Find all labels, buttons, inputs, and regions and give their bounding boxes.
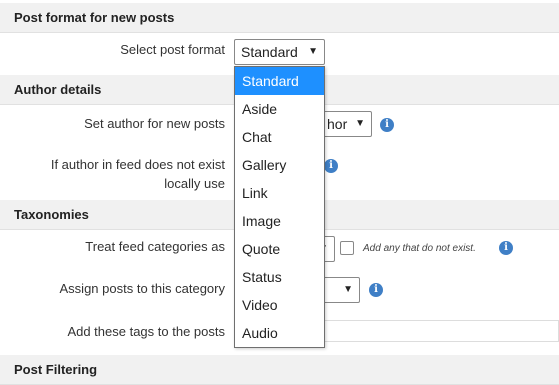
dropdown-option-aside[interactable]: Aside — [235, 95, 324, 123]
post-format-select-value: Standard — [241, 44, 298, 60]
tags-input[interactable] — [300, 320, 559, 342]
dropdown-option-video[interactable]: Video — [235, 291, 324, 319]
treat-categories-label: Treat feed categories as — [85, 239, 225, 254]
post-format-dropdown-list[interactable]: Standard Aside Chat Gallery Link Image Q… — [234, 66, 325, 348]
info-icon[interactable]: i — [380, 118, 394, 132]
select-post-format-label: Select post format — [120, 42, 225, 57]
dropdown-option-standard[interactable]: Standard — [235, 67, 324, 95]
chevron-down-icon: ▼ — [308, 46, 318, 57]
dropdown-option-gallery[interactable]: Gallery — [235, 151, 324, 179]
author-select-value: hor — [327, 116, 348, 132]
author-missing-label-line2: locally use — [164, 176, 225, 191]
add-tags-label: Add these tags to the posts — [67, 324, 225, 339]
author-missing-label-line1: If author in feed does not exist — [50, 157, 225, 172]
info-icon[interactable]: i — [369, 283, 383, 297]
dropdown-option-audio[interactable]: Audio — [235, 319, 324, 347]
dropdown-option-quote[interactable]: Quote — [235, 235, 324, 263]
dropdown-option-status[interactable]: Status — [235, 263, 324, 291]
info-icon[interactable]: i — [499, 241, 513, 255]
chevron-down-icon: ▼ — [355, 118, 365, 129]
dropdown-option-image[interactable]: Image — [235, 207, 324, 235]
add-missing-categories-checkbox[interactable] — [340, 241, 354, 255]
set-author-label: Set author for new posts — [84, 116, 225, 131]
post-format-select[interactable]: Standard ▼ — [234, 39, 325, 65]
chevron-down-icon: ▼ — [343, 284, 353, 295]
add-missing-hint: Add any that do not exist. — [363, 243, 476, 254]
dropdown-option-link[interactable]: Link — [235, 179, 324, 207]
assign-category-label: Assign posts to this category — [59, 281, 225, 296]
info-icon[interactable]: i — [324, 159, 338, 173]
section-header-post-filtering: Post Filtering — [0, 355, 559, 385]
dropdown-option-chat[interactable]: Chat — [235, 123, 324, 151]
section-header-post-format: Post format for new posts — [0, 3, 559, 33]
